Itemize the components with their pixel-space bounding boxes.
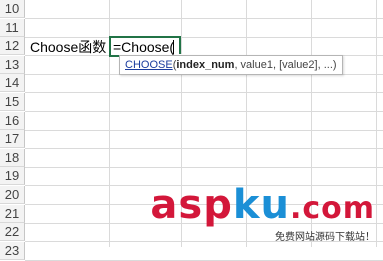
row-header-13[interactable]: 13 — [0, 56, 25, 74]
row-divider — [25, 111, 383, 112]
row-header-22[interactable]: 22 — [0, 223, 25, 241]
tooltip-remaining-arguments: , value1, [value2], ...) — [234, 59, 337, 71]
row-header-21[interactable]: 21 — [0, 205, 25, 223]
row-header-12[interactable]: 12 — [0, 37, 25, 55]
row-divider — [25, 92, 383, 93]
text-cursor — [173, 40, 174, 54]
row-header-10[interactable]: 10 — [0, 0, 25, 18]
watermark-dotcom: .com — [289, 191, 375, 226]
watermark-asp: asp — [150, 182, 233, 228]
row-divider — [25, 167, 383, 168]
watermark-ku: ku — [232, 182, 290, 228]
row-header-14[interactable]: 14 — [0, 74, 25, 92]
row-divider — [25, 130, 383, 131]
row-header-18[interactable]: 18 — [0, 149, 25, 167]
watermark-subtitle: 免费网站源码下载站！ — [275, 232, 375, 243]
function-help-link[interactable]: CHOOSE — [125, 59, 173, 71]
cell-a12[interactable]: Choose函数 — [30, 38, 106, 56]
cell-b12-formula[interactable]: =Choose( — [113, 38, 174, 56]
row-header-19[interactable]: 19 — [0, 167, 25, 185]
tooltip-current-argument: index_num — [176, 59, 235, 71]
row-divider — [25, 18, 383, 19]
function-signature-tooltip: CHOOSE(index_num, value1, [value2], ...) — [119, 55, 343, 75]
row-header-23[interactable]: 23 — [0, 242, 25, 260]
row-header-20[interactable]: 20 — [0, 186, 25, 204]
watermark-logo: aspku.com — [150, 185, 375, 229]
row-header-11[interactable]: 11 — [0, 19, 25, 37]
row-header-15[interactable]: 15 — [0, 93, 25, 111]
row-divider — [25, 148, 383, 149]
row-header-17[interactable]: 17 — [0, 130, 25, 148]
spreadsheet-grid[interactable]: 10 11 12 13 14 15 16 17 18 19 20 21 22 23 Choose函数 =C… — [0, 0, 383, 261]
row-header-16[interactable]: 16 — [0, 112, 25, 130]
